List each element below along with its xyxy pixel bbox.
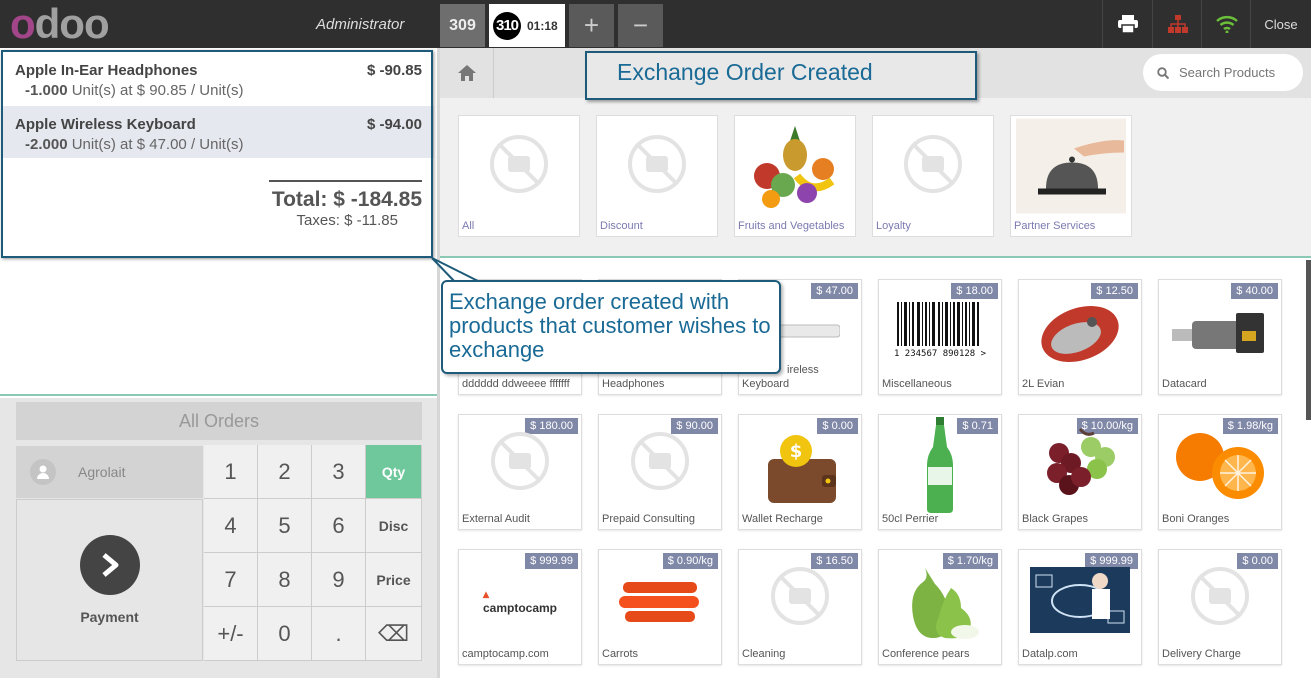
exchange-note-callout: Exchange order created with products tha… [441,280,781,374]
scrollbar[interactable] [1306,260,1311,420]
exchange-order-title: Exchange Order Created [585,51,977,100]
